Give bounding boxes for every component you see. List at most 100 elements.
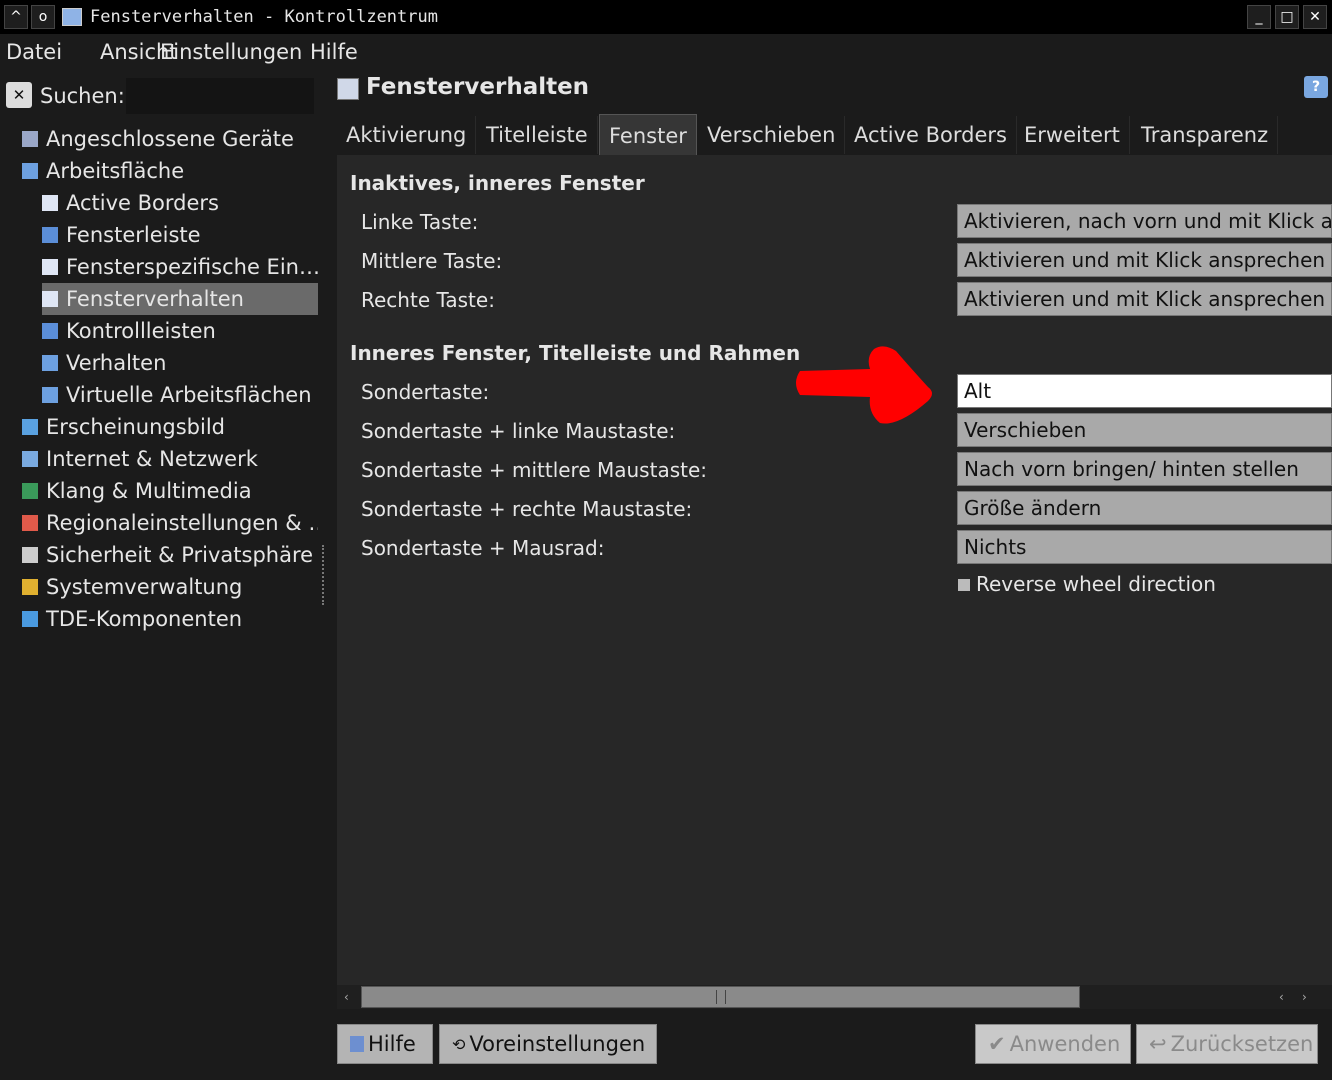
modifier-key-label: Sondertaste: xyxy=(361,380,490,404)
globe-icon xyxy=(22,451,38,467)
modifier-wheel-label: Sondertaste + Mausrad: xyxy=(361,536,605,560)
apply-button[interactable]: ✔ Anwenden xyxy=(975,1024,1131,1064)
sidebar-item-virtuelle-arbeitsflächen[interactable]: Virtuelle Arbeitsflächen xyxy=(42,379,318,411)
taskbar-icon xyxy=(42,227,58,243)
search-label: Suchen: xyxy=(40,84,125,108)
sidebar-item-label: Fensterverhalten xyxy=(66,287,244,311)
sidebar-item-label: TDE-Komponenten xyxy=(46,607,243,631)
sidebar-item-fensterspezifische-ein[interactable]: Fensterspezifische Ein… xyxy=(42,251,318,283)
sidebar-item-sicherheit-privatsphäre[interactable]: ›Sicherheit & Privatsphäre xyxy=(22,539,318,571)
sidebar-item-arbeitsfläche[interactable]: ⌄Arbeitsfläche xyxy=(22,155,318,187)
sidebar-item-tde-komponenten[interactable]: ›TDE-Komponenten xyxy=(22,603,318,635)
region-icon xyxy=(22,515,38,531)
desktop-icon xyxy=(42,387,58,403)
left-button-combo[interactable]: Aktivieren, nach vorn und mit Klick a xyxy=(957,204,1332,238)
tab-active-borders[interactable]: Active Borders xyxy=(845,116,1017,154)
right-button-combo[interactable]: Aktivieren und mit Klick ansprechen xyxy=(957,282,1332,316)
close-button[interactable]: ✕ xyxy=(1303,5,1327,29)
sidebar-item-label: Systemverwaltung xyxy=(46,575,243,599)
window-title: Fensterverhalten - Kontrollzentrum xyxy=(90,7,438,27)
menu-hilfe[interactable]: Hilfe xyxy=(310,40,358,64)
reverse-wheel-checkbox[interactable] xyxy=(958,579,970,591)
sidebar-item-label: Erscheinungsbild xyxy=(46,415,225,439)
sidebar-item-verhalten[interactable]: Verhalten xyxy=(42,347,318,379)
help-book-icon xyxy=(350,1036,364,1052)
menu-datei[interactable]: Datei xyxy=(6,40,62,64)
right-button-label: Rechte Taste: xyxy=(361,288,495,312)
modifier-left-combo[interactable]: Verschieben xyxy=(957,413,1332,447)
check-icon: ✔ xyxy=(988,1032,1006,1056)
sidebar-item-internet-netzwerk[interactable]: ›Internet & Netzwerk xyxy=(22,443,318,475)
sidebar-item-label: Internet & Netzwerk xyxy=(46,447,258,471)
reset-button-label: Zurücksetzen xyxy=(1170,1032,1314,1056)
help-icon[interactable]: ? xyxy=(1304,76,1328,98)
tab-aktivierung[interactable]: Aktivierung xyxy=(337,116,477,154)
devices-icon xyxy=(22,131,38,147)
sidebar-item-klang-multimedia[interactable]: ›Klang & Multimedia xyxy=(22,475,318,507)
red-annotation-arrow xyxy=(796,346,932,424)
left-button-label: Linke Taste: xyxy=(361,210,479,234)
sidebar-item-label: Fensterspezifische Ein… xyxy=(66,255,318,279)
tab-content xyxy=(337,155,1332,985)
reset-button[interactable]: ↩ Zurücksetzen xyxy=(1136,1024,1318,1064)
sidebar-item-label: Angeschlossene Geräte xyxy=(46,127,294,151)
sidebar-item-label: Arbeitsfläche xyxy=(46,159,185,183)
modifier-right-combo[interactable]: Größe ändern xyxy=(957,491,1332,525)
sidebar-item-label: Regionaleinstellungen & … xyxy=(46,511,318,535)
help-button[interactable]: Hilfe xyxy=(337,1024,433,1064)
scroll-left-icon[interactable]: ‹ xyxy=(344,990,349,1004)
menu-datei-label: Datei xyxy=(6,40,63,64)
menu-hilfe-label: Hilfe xyxy=(310,40,358,64)
tab-erweitert[interactable]: Erweitert xyxy=(1015,116,1130,154)
sidebar-item-angeschlossene-geräte[interactable]: ›Angeschlossene Geräte xyxy=(22,123,318,155)
sidebar-item-label: Klang & Multimedia xyxy=(46,479,252,503)
system-icon xyxy=(22,579,38,595)
minimize-button[interactable]: _ xyxy=(1247,5,1271,29)
scrollbar-grip-icon xyxy=(716,990,726,1004)
modifier-wheel-combo[interactable]: Nichts xyxy=(957,530,1332,564)
modifier-left-label: Sondertaste + linke Maustaste: xyxy=(361,419,676,443)
menu-einstellungen-label: Einstellungen xyxy=(160,40,303,64)
menu-einstellungen[interactable]: Einstellungen xyxy=(160,40,302,64)
shade-button[interactable]: ^ xyxy=(4,5,28,29)
middle-button-label: Mittlere Taste: xyxy=(361,249,503,273)
sidebar-item-fensterleiste[interactable]: Fensterleiste xyxy=(42,219,318,251)
modifier-middle-label: Sondertaste + mittlere Maustaste: xyxy=(361,458,708,482)
defaults-button[interactable]: ⟲ Voreinstellungen xyxy=(439,1024,657,1064)
section-inner-title: Inneres Fenster, Titelleiste und Rahmen xyxy=(350,341,801,365)
modifier-right-label: Sondertaste + rechte Maustaste: xyxy=(361,497,693,521)
scroll-left-end-icon[interactable]: ‹ xyxy=(1279,990,1284,1004)
sidebar-item-erscheinungsbild[interactable]: ›Erscheinungsbild xyxy=(22,411,318,443)
modifier-middle-combo[interactable]: Nach vorn bringen/ hinten stellen xyxy=(957,452,1332,486)
clear-search-icon[interactable]: ✕ xyxy=(6,82,32,108)
panel-icon xyxy=(42,323,58,339)
search-input[interactable] xyxy=(126,78,314,114)
sidebar-item-label: Virtuelle Arbeitsflächen xyxy=(66,383,312,407)
sidebar-item-fensterverhalten[interactable]: Fensterverhalten xyxy=(42,283,318,315)
tab-titelleiste[interactable]: Titelleiste xyxy=(477,116,598,154)
section-inactive-title: Inaktives, inneres Fenster xyxy=(350,171,645,195)
maximize-button[interactable]: □ xyxy=(1275,5,1299,29)
sticky-button[interactable]: o xyxy=(31,5,55,29)
sound-icon xyxy=(22,483,38,499)
sidebar-item-regionaleinstellungen[interactable]: ›Regionaleinstellungen & … xyxy=(22,507,318,539)
page-title: Fensterverhalten xyxy=(366,74,590,100)
sidebar-resize-handle[interactable] xyxy=(322,545,326,605)
sidebar-item-label: Verhalten xyxy=(66,351,167,375)
middle-button-combo[interactable]: Aktivieren und mit Klick ansprechen xyxy=(957,243,1332,277)
tab-fenster[interactable]: Fenster xyxy=(599,114,697,156)
sidebar-item-kontrollleisten[interactable]: Kontrollleisten xyxy=(42,315,318,347)
modifier-key-combo[interactable]: Alt xyxy=(957,374,1332,408)
reverse-wheel-label[interactable]: Reverse wheel direction xyxy=(976,572,1216,596)
window-behavior-icon xyxy=(337,78,359,100)
security-icon xyxy=(22,547,38,563)
window-icon xyxy=(42,291,58,307)
window-icon xyxy=(42,259,58,275)
scroll-right-icon[interactable]: › xyxy=(1302,990,1307,1004)
sidebar-item-systemverwaltung[interactable]: ›Systemverwaltung xyxy=(22,571,318,603)
tab-verschieben[interactable]: Verschieben xyxy=(698,116,846,154)
components-icon xyxy=(22,611,38,627)
tab-transparenz[interactable]: Transparenz xyxy=(1132,116,1279,154)
sidebar-item-active-borders[interactable]: Active Borders xyxy=(42,187,318,219)
help-button-label: Hilfe xyxy=(368,1032,416,1056)
